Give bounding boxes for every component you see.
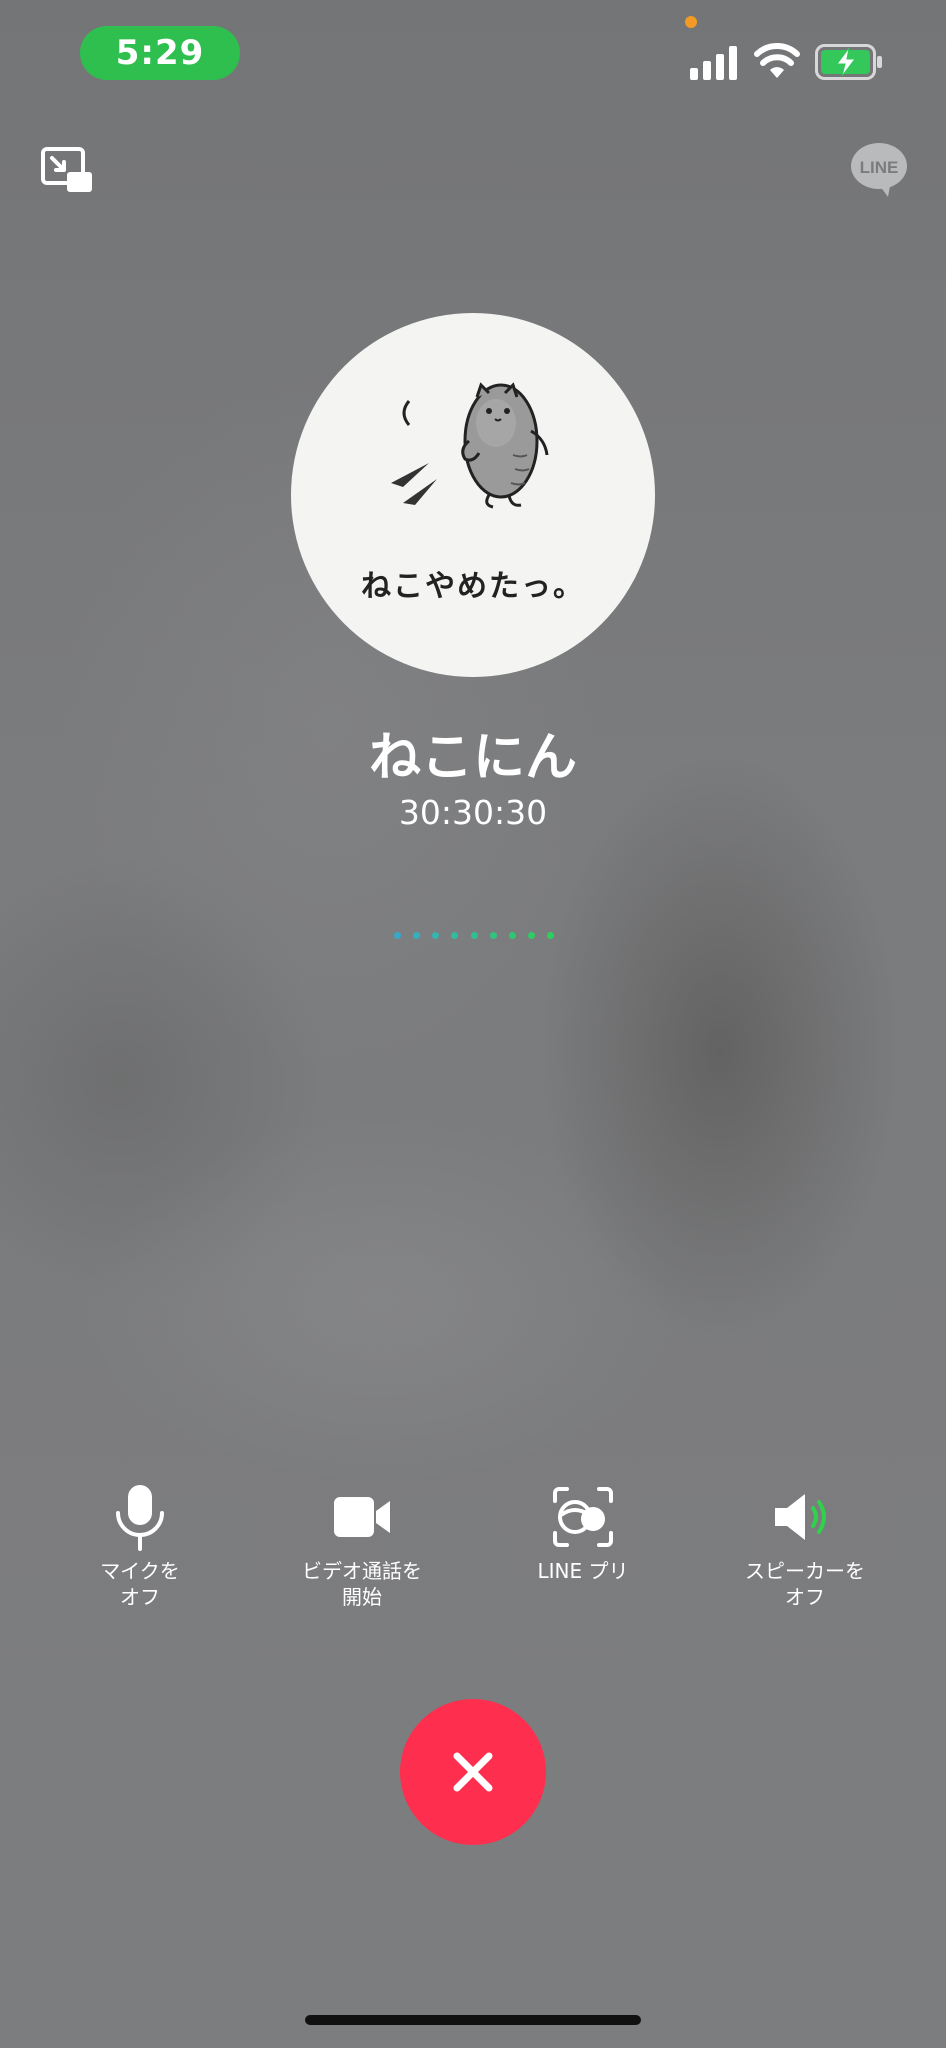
- status-time[interactable]: 5:29: [80, 26, 240, 80]
- speaker-off-button[interactable]: スピーカーを オフ: [705, 1482, 905, 1610]
- microphone-icon: [112, 1482, 168, 1552]
- caller-avatar: ねこやめたっ。: [291, 313, 655, 677]
- close-icon: [453, 1752, 493, 1792]
- video-camera-icon: [332, 1482, 392, 1552]
- wifi-icon: [754, 43, 800, 78]
- mute-mic-button[interactable]: マイクを オフ: [40, 1482, 240, 1610]
- end-call-button[interactable]: [400, 1699, 546, 1845]
- line-logo-text: LINE: [860, 158, 899, 177]
- indicator-dot: [547, 932, 554, 939]
- indicator-dot: [527, 932, 535, 939]
- indicator-dot: [394, 932, 401, 939]
- picture-in-picture-icon[interactable]: [40, 146, 92, 192]
- start-video-label: ビデオ通話を 開始: [302, 1559, 422, 1609]
- indicator-dot: [451, 932, 459, 939]
- call-duration: 30:30:30: [398, 793, 548, 832]
- cellular-signal-icon: [690, 46, 737, 80]
- line-puri-button[interactable]: LINE プリ: [483, 1482, 683, 1584]
- indicator-dot: [489, 932, 497, 939]
- indicator-dot: [508, 932, 516, 939]
- line-puri-label: LINE プリ: [537, 1559, 629, 1583]
- cat-illustration: [391, 382, 549, 509]
- avatar-caption: ねこやめたっ。: [361, 569, 585, 604]
- mute-mic-label: マイクを オフ: [100, 1559, 180, 1609]
- connection-indicator-dots: [394, 932, 554, 940]
- line-logo-icon: LINE: [850, 142, 908, 198]
- home-indicator[interactable]: [305, 2015, 641, 2025]
- start-video-button[interactable]: ビデオ通話を 開始: [262, 1482, 462, 1610]
- caller-name: ねこにん: [368, 728, 577, 788]
- indicator-dot: [413, 932, 421, 939]
- face-filter-icon: [553, 1482, 613, 1552]
- indicator-dot: [470, 932, 478, 939]
- speaker-icon: [773, 1482, 837, 1552]
- recording-indicator-dot: [685, 16, 697, 28]
- indicator-dot: [432, 932, 440, 939]
- speaker-off-label: スピーカーを オフ: [745, 1559, 865, 1609]
- battery-charging-icon: [815, 44, 882, 80]
